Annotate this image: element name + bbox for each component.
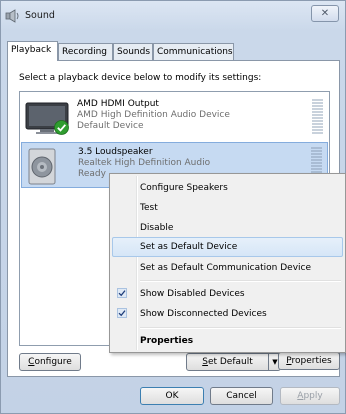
- close-icon: ✕: [320, 8, 330, 19]
- default-check-icon: [54, 120, 69, 135]
- menu-item-label: Configure Speakers: [140, 183, 228, 193]
- menu-item-label: Disable: [140, 223, 174, 233]
- apply-button[interactable]: Apply: [280, 387, 340, 405]
- tab-label: Communications: [157, 47, 233, 57]
- cancel-button-label: Cancel: [226, 391, 257, 401]
- properties-button[interactable]: Properties: [278, 352, 340, 370]
- menu-item-label: Test: [140, 203, 158, 213]
- configure-button[interactable]: Configure: [19, 353, 81, 371]
- menu-item-disable[interactable]: Disable: [112, 218, 343, 238]
- menu-item-show-disconnected[interactable]: Show Disconnected Devices: [112, 304, 343, 324]
- menu-item-label: Set as Default Communication Device: [140, 263, 312, 273]
- menu-item-test[interactable]: Test: [112, 198, 343, 218]
- menu-item-label: Show Disconnected Devices: [140, 309, 267, 319]
- checkmark-icon: [117, 308, 127, 318]
- context-menu: Configure Speakers Test Disable Set as D…: [109, 173, 346, 353]
- device-status: Ready: [78, 169, 106, 179]
- speaker-icon: [26, 148, 72, 186]
- close-button[interactable]: ✕: [311, 5, 339, 22]
- sound-dialog: Sound ✕ Playback Recording Sounds Commun…: [0, 0, 346, 414]
- tab-sounds[interactable]: Sounds: [113, 43, 153, 60]
- tab-playback[interactable]: Playback: [7, 41, 58, 61]
- ok-button[interactable]: OK: [140, 387, 204, 405]
- device-row-amd-hdmi[interactable]: AMD HDMI Output AMD High Definition Audi…: [21, 95, 328, 141]
- menu-separator: [140, 280, 341, 282]
- menu-item-properties[interactable]: Properties: [112, 331, 343, 351]
- menu-item-set-default-device[interactable]: Set as Default Device: [112, 237, 343, 257]
- tab-communications[interactable]: Communications: [153, 43, 234, 60]
- configure-button-label: onfigure: [34, 357, 72, 367]
- properties-button-label: roperties: [291, 356, 332, 366]
- tab-label: Recording: [62, 47, 108, 57]
- ok-button-label: OK: [165, 391, 179, 401]
- title-bar[interactable]: Sound ✕: [1, 1, 345, 31]
- set-default-label: Set Default: [187, 354, 268, 370]
- menu-item-label: Properties: [140, 336, 194, 346]
- device-name: AMD HDMI Output: [77, 99, 159, 109]
- device-name: 3.5 Loudspeaker: [78, 147, 153, 157]
- device-description: AMD High Definition Audio Device: [77, 110, 230, 120]
- set-default-button[interactable]: Set Default ▼: [186, 353, 281, 371]
- set-default-text: et Default: [207, 357, 253, 367]
- menu-item-label: Show Disabled Devices: [140, 289, 245, 299]
- device-description: Realtek High Definition Audio: [78, 158, 211, 168]
- menu-item-set-default-communication[interactable]: Set as Default Communication Device: [112, 258, 343, 278]
- tab-recording[interactable]: Recording: [58, 43, 113, 60]
- apply-button-label: pply: [303, 391, 323, 401]
- cancel-button[interactable]: Cancel: [210, 387, 273, 405]
- tab-label: Playback: [11, 45, 52, 55]
- menu-item-label: Set as Default Device: [140, 242, 238, 252]
- menu-item-configure-speakers[interactable]: Configure Speakers: [112, 178, 343, 198]
- level-meter: [312, 99, 323, 137]
- device-status: Default Device: [77, 121, 144, 131]
- menu-item-show-disabled[interactable]: Show Disabled Devices: [112, 284, 343, 304]
- checkmark-icon: [117, 288, 127, 298]
- menu-separator: [140, 327, 341, 329]
- speaker-app-icon: [5, 9, 21, 23]
- window-title: Sound: [25, 10, 55, 21]
- instruction-text: Select a playback device below to modify…: [19, 73, 262, 83]
- tab-label: Sounds: [117, 47, 151, 57]
